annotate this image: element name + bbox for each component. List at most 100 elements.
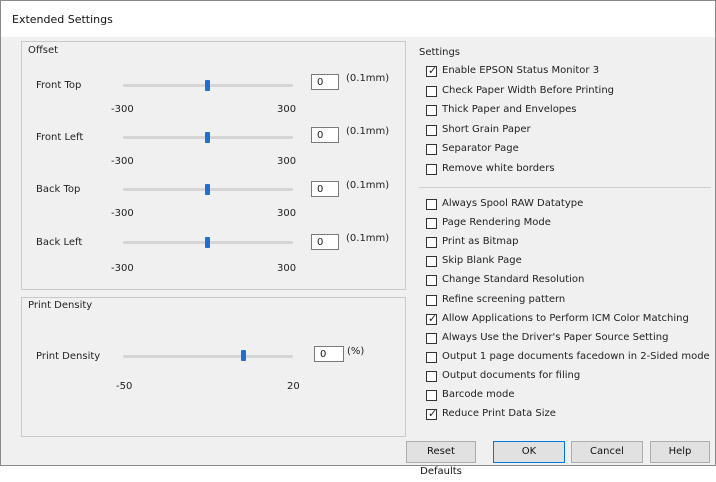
checkbox-checked[interactable]: ✓ bbox=[426, 407, 438, 421]
settings-divider bbox=[419, 187, 711, 188]
front-left-max: 300 bbox=[277, 156, 297, 167]
settings-option[interactable]: Output 1 page documents facedown in 2-Si… bbox=[426, 351, 710, 365]
settings-option-label: Check Paper Width Before Printing bbox=[442, 84, 615, 96]
settings-option[interactable]: Separator Page bbox=[426, 143, 706, 157]
settings-option[interactable]: Page Rendering Mode bbox=[426, 217, 706, 231]
back-left-min: -300 bbox=[111, 263, 134, 274]
front-left-unit: (0.1mm) bbox=[346, 126, 390, 137]
checkbox-checked[interactable]: ✓ bbox=[426, 311, 438, 325]
checkbox-unchecked[interactable] bbox=[426, 294, 437, 306]
back-left-slider-thumb[interactable] bbox=[205, 237, 210, 248]
back-top-input[interactable]: 0 bbox=[311, 181, 339, 197]
settings-option[interactable]: Print as Bitmap bbox=[426, 236, 706, 250]
front-top-label: Front Top bbox=[36, 80, 82, 91]
print-density-min: -50 bbox=[116, 381, 133, 392]
checkbox-unchecked[interactable] bbox=[426, 85, 437, 97]
checkbox-unchecked[interactable] bbox=[426, 351, 437, 363]
settings-label: Settings bbox=[419, 47, 461, 58]
settings-option-label: Remove white borders bbox=[442, 162, 555, 174]
settings-option-label: Short Grain Paper bbox=[442, 123, 531, 135]
settings-option-label: Allow Applications to Perform ICM Color … bbox=[442, 312, 689, 324]
settings-option[interactable]: Thick Paper and Envelopes bbox=[426, 104, 706, 118]
back-top-slider-thumb[interactable] bbox=[205, 184, 210, 195]
front-left-label: Front Left bbox=[36, 132, 84, 143]
settings-option[interactable]: Remove white borders bbox=[426, 162, 706, 177]
print-density-slider[interactable] bbox=[123, 355, 293, 358]
print-density-max: 20 bbox=[287, 381, 300, 392]
settings-option[interactable]: ✓ Reduce Print Data Size bbox=[426, 407, 706, 422]
front-top-min: -300 bbox=[111, 104, 134, 115]
settings-option-label: Page Rendering Mode bbox=[442, 217, 551, 229]
settings-option-label: Change Standard Resolution bbox=[442, 274, 585, 286]
check-icon: ✓ bbox=[428, 407, 438, 421]
checkbox-unchecked[interactable] bbox=[426, 105, 437, 116]
checkbox-unchecked[interactable] bbox=[426, 237, 437, 249]
settings-option-label: Reduce Print Data Size bbox=[442, 408, 556, 420]
back-left-unit: (0.1mm) bbox=[346, 233, 390, 244]
settings-option[interactable]: Short Grain Paper bbox=[426, 123, 706, 138]
print-density-input[interactable]: 0 bbox=[314, 346, 344, 362]
offset-group-label: Offset bbox=[28, 45, 59, 56]
checkbox-unchecked[interactable] bbox=[426, 163, 437, 175]
reset-defaults-button[interactable]: Reset Defaults bbox=[406, 441, 476, 477]
front-top-slider-thumb[interactable] bbox=[205, 80, 210, 91]
checkbox-unchecked[interactable] bbox=[426, 332, 437, 344]
settings-option-label: Separator Page bbox=[442, 143, 519, 154]
settings-option[interactable]: Refine screening pattern bbox=[426, 293, 706, 308]
ok-button[interactable]: OK bbox=[493, 441, 565, 463]
back-top-unit: (0.1mm) bbox=[346, 180, 390, 191]
checkbox-unchecked[interactable] bbox=[426, 124, 437, 136]
back-top-label: Back Top bbox=[36, 184, 81, 195]
settings-option-label: Thick Paper and Envelopes bbox=[442, 104, 577, 115]
back-left-max: 300 bbox=[277, 263, 297, 274]
front-left-slider-thumb[interactable] bbox=[205, 132, 210, 143]
print-density-slider-thumb[interactable] bbox=[241, 350, 246, 361]
settings-option-label: Always Spool RAW Datatype bbox=[442, 198, 584, 209]
settings-option-label: Barcode mode bbox=[442, 389, 515, 400]
settings-option-label: Print as Bitmap bbox=[442, 236, 519, 248]
front-top-max: 300 bbox=[277, 104, 297, 115]
help-button[interactable]: Help bbox=[650, 441, 710, 463]
dialog-title: Extended Settings bbox=[12, 13, 113, 26]
cancel-button[interactable]: Cancel bbox=[571, 441, 643, 463]
checkbox-unchecked[interactable] bbox=[426, 144, 437, 155]
checkbox-unchecked[interactable] bbox=[426, 218, 437, 230]
print-density-group bbox=[21, 297, 406, 437]
check-icon: ✓ bbox=[428, 311, 438, 325]
extended-settings-dialog: Extended Settings Offset Front Top -300 … bbox=[0, 0, 716, 477]
print-density-group-label: Print Density bbox=[28, 300, 93, 311]
check-icon: ✓ bbox=[428, 64, 438, 77]
settings-option[interactable]: Always Spool RAW Datatype bbox=[426, 198, 706, 212]
front-top-unit: (0.1mm) bbox=[346, 73, 390, 84]
settings-option[interactable]: Always Use the Driver's Paper Source Set… bbox=[426, 331, 706, 346]
settings-option[interactable]: Barcode mode bbox=[426, 389, 706, 403]
settings-option[interactable]: Change Standard Resolution bbox=[426, 274, 706, 288]
checkbox-unchecked[interactable] bbox=[426, 390, 437, 401]
print-density-unit: (%) bbox=[347, 346, 365, 357]
settings-option[interactable]: Skip Blank Page bbox=[426, 255, 706, 269]
settings-option-label: Output documents for filing bbox=[442, 369, 581, 381]
checkbox-unchecked[interactable] bbox=[426, 370, 437, 382]
checkbox-unchecked[interactable] bbox=[426, 199, 437, 210]
back-top-min: -300 bbox=[111, 208, 134, 219]
checkbox-checked[interactable]: ✓ bbox=[426, 64, 438, 77]
settings-option-label: Enable EPSON Status Monitor 3 bbox=[442, 65, 600, 76]
settings-option-label: Output 1 page documents facedown in 2-Si… bbox=[442, 350, 710, 362]
front-left-min: -300 bbox=[111, 156, 134, 167]
settings-option[interactable]: Check Paper Width Before Printing bbox=[426, 84, 706, 99]
front-left-input[interactable]: 0 bbox=[311, 127, 339, 143]
front-top-input[interactable]: 0 bbox=[311, 74, 339, 90]
checkbox-unchecked[interactable] bbox=[426, 275, 437, 287]
settings-option-label: Refine screening pattern bbox=[442, 293, 566, 305]
settings-option[interactable]: Output documents for filing bbox=[426, 369, 706, 384]
settings-option-label: Always Use the Driver's Paper Source Set… bbox=[442, 331, 669, 343]
settings-option-label: Skip Blank Page bbox=[442, 255, 522, 267]
print-density-label: Print Density bbox=[36, 351, 101, 362]
settings-option[interactable]: ✓ Enable EPSON Status Monitor 3 bbox=[426, 64, 706, 79]
back-left-label: Back Left bbox=[36, 237, 83, 248]
back-top-max: 300 bbox=[277, 208, 297, 219]
checkbox-unchecked[interactable] bbox=[426, 256, 437, 268]
settings-option[interactable]: ✓ Allow Applications to Perform ICM Color… bbox=[426, 311, 706, 327]
title-bar: Extended Settings bbox=[1, 1, 715, 37]
back-left-input[interactable]: 0 bbox=[311, 234, 339, 250]
